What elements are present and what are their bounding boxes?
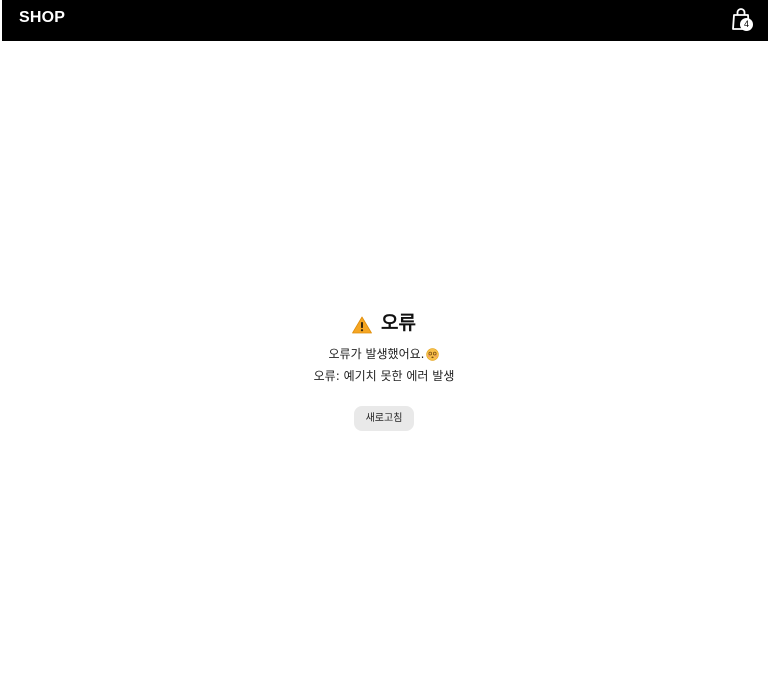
error-panel: 오류 오류가 발생했어요. 오류: 예기치 못한 에러 발생 새로고침 [0,310,768,431]
refresh-button[interactable]: 새로고침 [353,406,415,431]
error-message-line: 오류가 발생했어요. [0,343,768,365]
error-title: 오류 [0,310,768,336]
shop-logo[interactable]: SHOP [19,8,65,28]
error-detail: 오류: 예기치 못한 에러 발생 [313,369,455,383]
error-title-text: 오류 [381,312,416,334]
page: SHOP 4 오류 오류가 발생했어요. 오류: 예기치 못한 에러 발생 새로… [0,0,768,690]
cart-button[interactable]: 4 [731,7,755,33]
cart-count-badge: 4 [740,18,753,31]
warning-icon [352,316,372,333]
top-header: SHOP 4 [2,0,768,41]
dizzy-face-emoji-icon [426,347,440,361]
error-message: 오류가 발생했어요. [328,347,425,361]
